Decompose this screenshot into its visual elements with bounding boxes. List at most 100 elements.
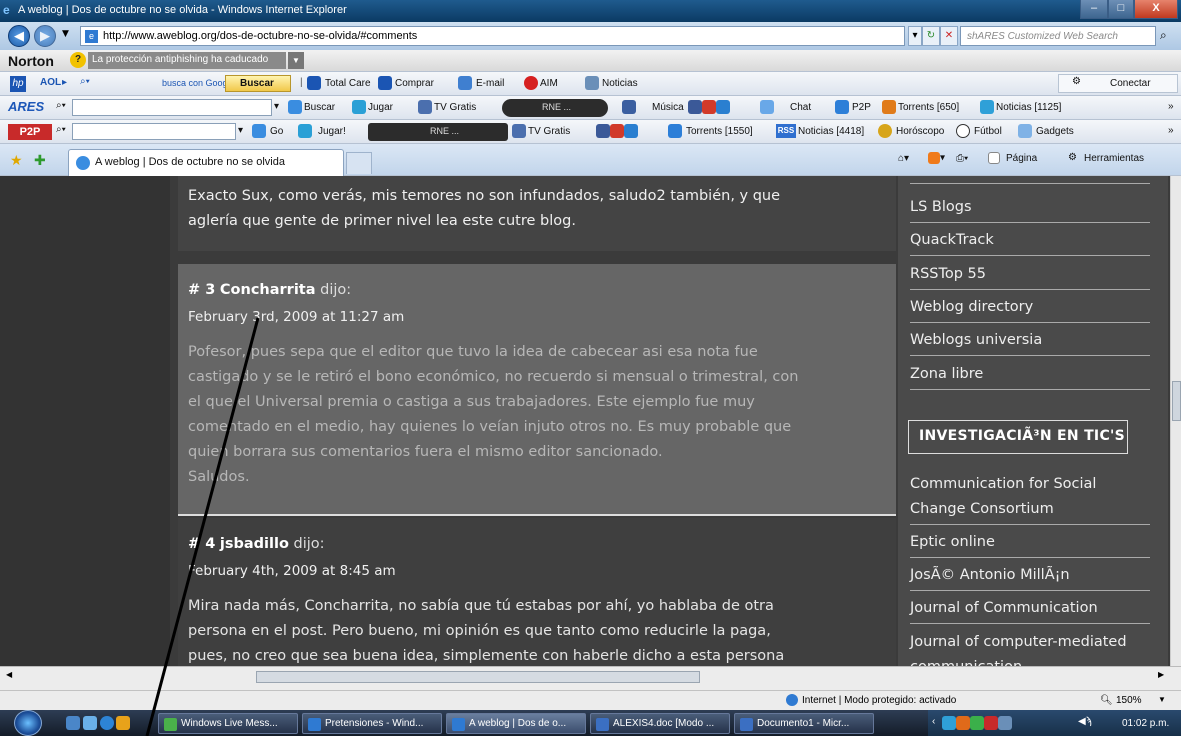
taskbar-button[interactable]: Documento1 - Micr...	[734, 713, 874, 734]
sidebar-link[interactable]: Journal of computer-mediated communicati…	[910, 624, 1150, 666]
hp-icon[interactable]: hp	[10, 76, 26, 92]
scroll-left-icon[interactable]: ◀	[6, 670, 12, 679]
herramientas-menu[interactable]: Herramientas	[1084, 153, 1144, 164]
p2p-tv-link[interactable]: TV Gratis	[528, 126, 570, 137]
p2p-gadgets-link[interactable]: Gadgets	[1036, 126, 1074, 137]
p2p-search-input[interactable]	[72, 123, 236, 140]
ares-musica-link[interactable]: Música	[652, 102, 684, 113]
comment-date[interactable]: February 3rd, 2009 at 11:27 am	[188, 305, 886, 330]
norton-dropdown-icon[interactable]: ▼	[288, 52, 304, 69]
pagina-menu[interactable]: Página	[1006, 153, 1037, 164]
history-dropdown-icon[interactable]: ▼	[62, 29, 69, 39]
sidebar-link[interactable]: RSSTop 55	[910, 256, 1150, 290]
search-input[interactable]: shARES Customized Web Search	[960, 26, 1156, 46]
feeds-icon[interactable]: ▾	[928, 152, 945, 164]
zoom-dropdown-icon[interactable]: ▼	[1158, 695, 1166, 704]
tab-active[interactable]: A weblog | Dos de octubre no se olvida	[68, 149, 344, 176]
clock[interactable]: 01:02 p.m.	[1122, 718, 1169, 729]
taskbar-button[interactable]: Windows Live Mess...	[158, 713, 298, 734]
sidebar-link[interactable]: Weblog directory	[910, 289, 1150, 323]
comment-author[interactable]: jsbadillo	[220, 536, 289, 552]
social2-icons[interactable]	[596, 124, 638, 138]
ares-dropdown-icon[interactable]: ▾	[274, 101, 279, 112]
norton-warning[interactable]: La protección antiphishing ha caducado	[88, 52, 286, 69]
p2p-noticias-link[interactable]: Noticias [4418]	[798, 126, 864, 137]
sidebar-link[interactable]: QuackTrack	[910, 222, 1150, 256]
sidebar-link[interactable]: JosÃ© Antonio MillÃ¡n	[910, 557, 1150, 591]
toolbar-overflow-icon[interactable]: »	[1168, 101, 1174, 112]
address-bar[interactable]: e http://www.aweblog.org/dos-de-octubre-…	[80, 26, 905, 46]
sidebar-link[interactable]: Weblogs universia	[910, 322, 1150, 356]
vertical-scroll-thumb[interactable]	[1172, 381, 1181, 421]
comprar-link[interactable]: Comprar	[395, 78, 434, 89]
tray-expand-icon[interactable]: ‹	[932, 716, 935, 727]
comment-date[interactable]: February 4th, 2009 at 8:45 am	[188, 559, 886, 584]
back-button[interactable]: ◀	[8, 25, 30, 47]
p2p-dropdown-icon[interactable]: ▾	[238, 125, 243, 136]
taskbar-button[interactable]: ALEXIS4.doc [Modo ...	[590, 713, 730, 734]
volume-icon[interactable]: ◀ϡ	[1078, 716, 1091, 727]
buscar-button[interactable]: Buscar	[225, 75, 291, 92]
zoom-level[interactable]: 150%	[1116, 695, 1142, 706]
forward-button[interactable]: ▶	[34, 25, 56, 47]
vertical-scrollbar[interactable]	[1170, 176, 1181, 666]
ares-buscar-link[interactable]: Buscar	[304, 102, 335, 113]
toolbar-overflow2-icon[interactable]: »	[1168, 125, 1174, 136]
ares-torrents-link[interactable]: Torrents [650]	[898, 102, 959, 113]
aol-search-icon[interactable]: ⌕▾	[80, 76, 90, 87]
aol-logo[interactable]: AOL	[40, 77, 61, 88]
noticias-link[interactable]: Noticias	[602, 78, 638, 89]
noticias-rss-icon	[980, 100, 994, 114]
sidebar-link[interactable]: Eptic online	[910, 524, 1150, 558]
ares-search-input[interactable]	[72, 99, 272, 116]
print-icon[interactable]: ⎙▾	[956, 153, 968, 164]
gear-icon[interactable]: ⚙	[1072, 76, 1081, 87]
quicklaunch-icons[interactable]	[66, 716, 131, 730]
p2p-jugar-link[interactable]: Jugar!	[318, 126, 346, 137]
ares-search-icon[interactable]: ⌕▾	[56, 100, 66, 111]
ares-noticias-link[interactable]: Noticias [1125]	[996, 102, 1061, 113]
email-link[interactable]: E-mail	[476, 78, 504, 89]
tray-icons[interactable]	[942, 716, 1012, 730]
ares-jugar-link[interactable]: Jugar	[368, 102, 393, 113]
maximize-button[interactable]: □	[1108, 0, 1134, 19]
sidebar-link[interactable]: Zona libre	[910, 356, 1150, 390]
new-tab-button[interactable]	[346, 152, 372, 174]
taskbar-button[interactable]: Pretensiones - Wind...	[302, 713, 442, 734]
p2p-horoscopo-link[interactable]: Horóscopo	[896, 126, 944, 137]
minimize-button[interactable]: –	[1080, 0, 1108, 19]
add-favorites-icon[interactable]: ✚	[34, 152, 46, 169]
sidebar-link[interactable]: Communication for Social Change Consorti…	[910, 466, 1150, 525]
social-icons[interactable]	[688, 100, 730, 114]
search-icon[interactable]: ⌕	[1160, 28, 1167, 43]
p2p-search-icon[interactable]: ⌕▾	[56, 124, 66, 135]
ares-radio-player[interactable]: RNE ...	[502, 99, 608, 117]
horizontal-scrollbar[interactable]: ◀ ▶	[0, 666, 1181, 690]
close-button[interactable]: X	[1134, 0, 1178, 19]
comment-author[interactable]: Concharrita	[220, 282, 316, 298]
horizontal-scroll-thumb[interactable]	[256, 671, 700, 683]
scroll-right-icon[interactable]: ▶	[1158, 670, 1164, 679]
ares-tv-link[interactable]: TV Gratis	[434, 102, 476, 113]
conectar-link[interactable]: Conectar	[1110, 78, 1151, 89]
favorites-star-icon[interactable]: ★	[10, 152, 23, 169]
p2p-go-link[interactable]: Go	[270, 126, 283, 137]
aim-link[interactable]: AIM	[540, 78, 558, 89]
p2p-futbol-link[interactable]: Fútbol	[974, 126, 1002, 137]
home-icon[interactable]: ⌂▾	[898, 153, 909, 164]
sidebar-link[interactable]: Journal of Communication	[910, 590, 1150, 624]
ares-logo[interactable]: ARES	[8, 99, 44, 114]
security-zone[interactable]: Internet | Modo protegido: activado	[802, 695, 956, 706]
p2p-logo[interactable]: P2P	[8, 124, 52, 140]
total-care-link[interactable]: Total Care	[325, 78, 371, 89]
p2p-radio-player[interactable]: RNE ...	[368, 123, 508, 141]
ares-p2p-link[interactable]: P2P	[852, 102, 871, 113]
p2p-torrents-link[interactable]: Torrents [1550]	[686, 126, 753, 137]
taskbar-button-active[interactable]: A weblog | Dos de o...	[446, 713, 586, 734]
refresh-icon[interactable]: ↻	[922, 26, 940, 46]
sidebar-link[interactable]: LS Blogs	[910, 189, 1150, 223]
ares-chat-link[interactable]: Chat	[790, 102, 811, 113]
stop-icon[interactable]: ✕	[940, 26, 958, 46]
address-dropdown-icon[interactable]: ▾	[908, 26, 922, 46]
start-button[interactable]	[14, 710, 42, 736]
